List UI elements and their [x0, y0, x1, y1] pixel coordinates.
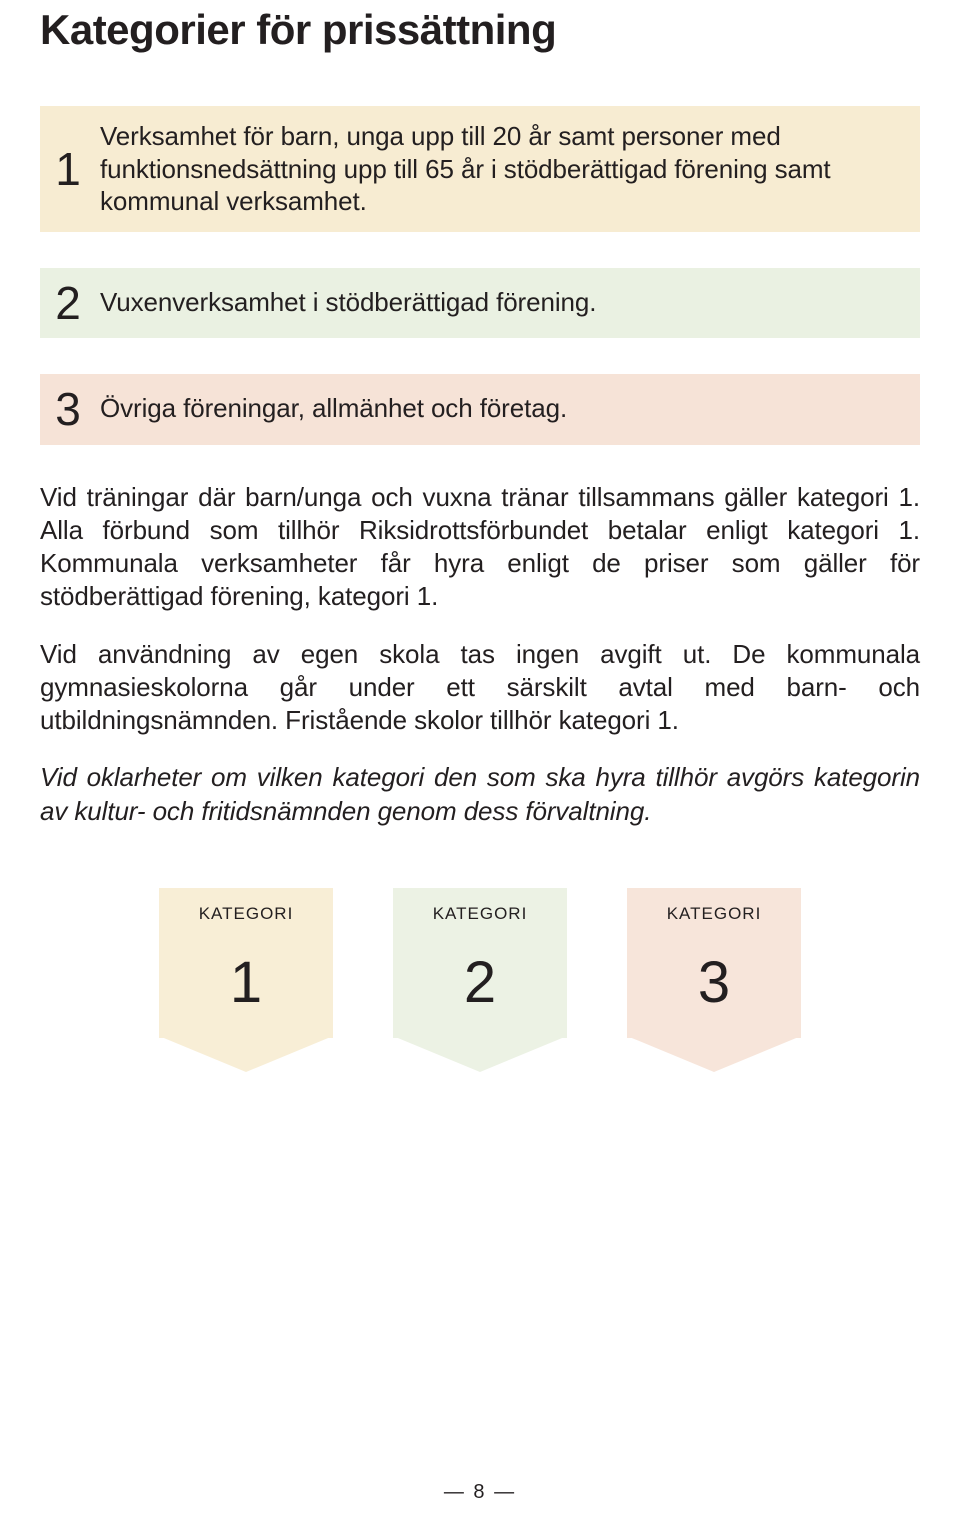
page-title: Kategorier för prissättning — [40, 0, 920, 106]
category-box-2: 2Vuxenverksamhet i stödberättigad föreni… — [40, 268, 920, 339]
body-text-block: Vid träningar där barn/unga och vuxna tr… — [40, 481, 920, 828]
category-text: Verksamhet för barn, unga upp till 20 år… — [96, 106, 896, 232]
pennant-number: 3 — [627, 954, 801, 1012]
category-list: 1Verksamhet för barn, unga upp till 20 å… — [40, 106, 920, 445]
pennant-label: KATEGORI — [393, 904, 567, 924]
category-number: 2 — [40, 280, 96, 326]
category-text: Vuxenverksamhet i stödberättigad förenin… — [96, 268, 596, 339]
pennant-1: KATEGORI 1 — [159, 888, 333, 1078]
page-number: — 8 — — [0, 1481, 960, 1504]
category-text: Övriga föreningar, allmänhet och företag… — [96, 374, 567, 445]
pennant-point-icon — [627, 1036, 801, 1072]
pennant-3: KATEGORI 3 — [627, 888, 801, 1078]
pennant-label: KATEGORI — [159, 904, 333, 924]
category-box-3: 3Övriga föreningar, allmänhet och företa… — [40, 374, 920, 445]
pennant-number: 1 — [159, 954, 333, 1012]
category-box-1: 1Verksamhet för barn, unga upp till 20 å… — [40, 106, 920, 232]
paragraph-1: Vid träningar där barn/unga och vuxna tr… — [40, 481, 920, 614]
category-number: 1 — [40, 146, 96, 192]
pennant-label: KATEGORI — [627, 904, 801, 924]
pennant-2: KATEGORI 2 — [393, 888, 567, 1078]
pennant-point-icon — [393, 1036, 567, 1072]
pennant-row: KATEGORI 1 KATEGORI 2 KATEGORI 3 — [40, 888, 920, 1078]
paragraph-3: Vid oklarheter om vilken kategori den so… — [40, 761, 920, 828]
category-number: 3 — [40, 386, 96, 432]
pennant-point-icon — [159, 1036, 333, 1072]
pennant-number: 2 — [393, 954, 567, 1012]
paragraph-2: Vid användning av egen skola tas ingen a… — [40, 638, 920, 738]
